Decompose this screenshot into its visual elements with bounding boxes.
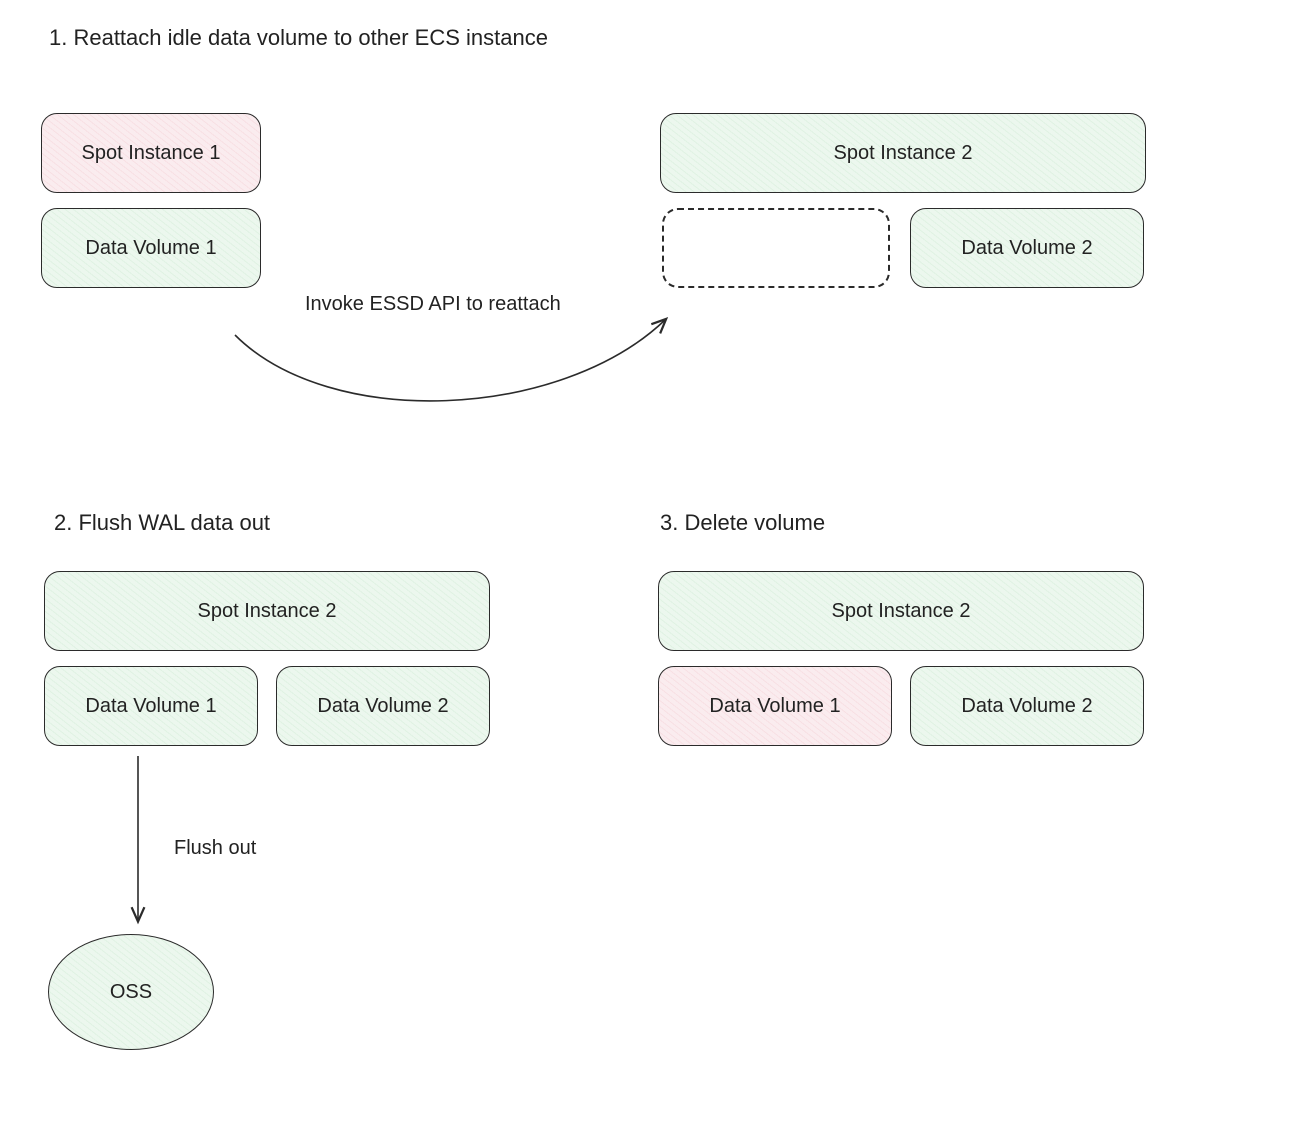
section2-title: 2. Flush WAL data out — [54, 510, 270, 536]
data-volume-2-label-c: Data Volume 2 — [961, 695, 1092, 718]
spot-instance-2-box-c: Spot Instance 2 — [658, 571, 1144, 651]
data-volume-1-box: Data Volume 1 — [41, 208, 261, 288]
spot-instance-2-label-b: Spot Instance 2 — [198, 600, 337, 623]
data-volume-2-label-b: Data Volume 2 — [317, 695, 448, 718]
reattach-arrow — [235, 320, 665, 401]
flush-arrow-label: Flush out — [174, 837, 256, 860]
data-volume-1-box-b: Data Volume 1 — [44, 666, 258, 746]
spot-instance-2-label-c: Spot Instance 2 — [832, 600, 971, 623]
data-volume-2-box-b: Data Volume 2 — [276, 666, 490, 746]
spot-instance-2-box-a: Spot Instance 2 — [660, 113, 1146, 193]
spot-instance-2-box-b: Spot Instance 2 — [44, 571, 490, 651]
data-volume-2-box-a: Data Volume 2 — [910, 208, 1144, 288]
data-volume-2-label-a: Data Volume 2 — [961, 237, 1092, 260]
diagram-canvas: 1. Reattach idle data volume to other EC… — [0, 0, 1292, 1122]
section1-title: 1. Reattach idle data volume to other EC… — [49, 25, 548, 51]
oss-ellipse: OSS — [48, 934, 214, 1050]
data-volume-2-box-c: Data Volume 2 — [910, 666, 1144, 746]
data-volume-1-box-c: Data Volume 1 — [658, 666, 892, 746]
reattach-arrow-label: Invoke ESSD API to reattach — [305, 293, 561, 316]
spot-instance-2-label-a: Spot Instance 2 — [834, 142, 973, 165]
empty-slot-box — [662, 208, 890, 288]
data-volume-1-label-c: Data Volume 1 — [709, 695, 840, 718]
section3-title: 3. Delete volume — [660, 510, 825, 536]
oss-label: OSS — [110, 981, 152, 1004]
data-volume-1-label: Data Volume 1 — [85, 237, 216, 260]
spot-instance-1-label: Spot Instance 1 — [82, 142, 221, 165]
spot-instance-1-box: Spot Instance 1 — [41, 113, 261, 193]
data-volume-1-label-b: Data Volume 1 — [85, 695, 216, 718]
